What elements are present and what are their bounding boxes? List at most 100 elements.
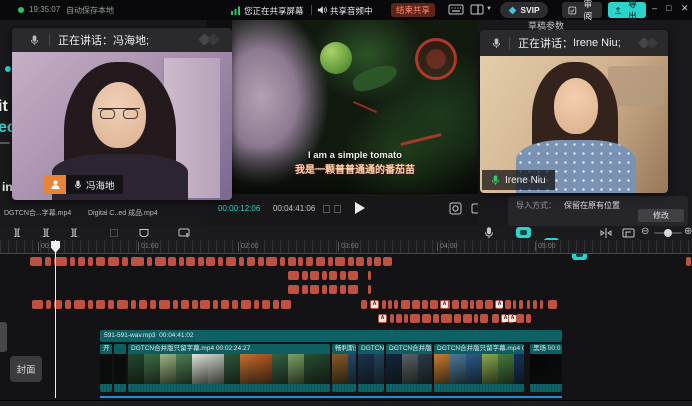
text-clip[interactable] — [340, 285, 346, 294]
text-clip[interactable] — [78, 257, 85, 266]
text-clip[interactable] — [262, 300, 270, 309]
video-clip[interactable]: DGTCN合并版只留字幕.mp4 00:02:24:27 — [128, 344, 330, 392]
text-clip[interactable] — [356, 257, 364, 266]
call-window-left[interactable]: 正在讲话： 冯海地; 冯海地 — [12, 28, 232, 200]
text-clip[interactable] — [401, 300, 410, 309]
timeline-zoom-slider[interactable] — [654, 232, 682, 234]
text-clip[interactable] — [213, 300, 218, 309]
text-clip[interactable] — [461, 300, 468, 309]
play-button[interactable] — [355, 202, 365, 214]
text-clip[interactable] — [485, 300, 493, 309]
text-clip[interactable] — [45, 257, 51, 266]
text-clip[interactable] — [452, 300, 459, 309]
text-clip[interactable] — [368, 285, 371, 294]
mask-icon[interactable] — [139, 228, 149, 239]
playhead-line[interactable] — [55, 240, 56, 398]
text-clip[interactable] — [368, 271, 371, 280]
text-clip[interactable] — [404, 314, 408, 323]
text-clip[interactable] — [150, 300, 156, 309]
text-clip[interactable] — [316, 257, 325, 266]
text-clip[interactable] — [192, 300, 198, 309]
text-clip[interactable] — [298, 257, 303, 266]
text-clip[interactable] — [159, 300, 170, 309]
track-handle[interactable] — [0, 322, 7, 352]
player-option-icon-2[interactable] — [334, 205, 341, 213]
export-button[interactable]: 导出 — [608, 2, 646, 18]
text-clip[interactable] — [206, 257, 215, 266]
text-clip[interactable] — [122, 257, 128, 266]
text-clip[interactable] — [108, 300, 114, 309]
close-button[interactable]: ✕ — [681, 3, 689, 14]
text-clip[interactable] — [322, 285, 327, 294]
preview-axis-icon[interactable] — [622, 228, 635, 238]
text-clip[interactable] — [382, 300, 386, 309]
text-clip[interactable] — [412, 300, 420, 309]
text-clip[interactable]: A — [440, 300, 450, 309]
text-clip[interactable] — [533, 300, 537, 309]
text-clip[interactable] — [74, 300, 85, 309]
text-clip[interactable] — [65, 300, 71, 309]
video-clip[interactable]: DGTCN合 — [358, 344, 384, 392]
text-clip[interactable] — [367, 257, 372, 266]
text-clip[interactable] — [476, 300, 483, 309]
text-clip[interactable] — [335, 257, 345, 266]
timeline-ruler[interactable]: 00:0001:0002:0003:0004:0005:00 — [0, 240, 692, 254]
svip-button[interactable]: SVIP — [500, 2, 548, 18]
call-left-header[interactable]: 正在讲话： 冯海地; — [12, 28, 232, 52]
text-clip[interactable] — [241, 300, 251, 309]
record-voiceover-icon[interactable] — [484, 227, 494, 239]
text-clip[interactable] — [306, 257, 313, 266]
zoom-out-icon[interactable]: ⊖ — [641, 226, 649, 237]
text-clip[interactable] — [422, 314, 431, 323]
text-clip[interactable] — [383, 257, 392, 266]
text-clip[interactable] — [70, 257, 75, 266]
text-clip[interactable] — [88, 300, 93, 309]
video-clip[interactable]: 畅利斯达 — [332, 344, 356, 392]
text-clip[interactable] — [513, 300, 516, 309]
delete-icon[interactable] — [110, 229, 118, 237]
text-clip[interactable]: A — [378, 314, 387, 323]
text-clip[interactable] — [302, 271, 308, 280]
review-button[interactable]: 审阅 — [562, 2, 602, 18]
video-clip[interactable] — [114, 344, 126, 392]
player-option-icon-1[interactable] — [323, 205, 330, 213]
text-clip[interactable] — [410, 314, 420, 323]
text-clip[interactable] — [181, 300, 189, 309]
minimize-button[interactable]: – — [652, 3, 657, 13]
text-clip[interactable] — [232, 300, 238, 309]
mirror-split-icon[interactable] — [600, 228, 612, 238]
cover-button[interactable]: 封面 — [10, 356, 42, 382]
text-clip[interactable] — [147, 257, 152, 266]
video-clip[interactable]: DGTCN合并版只留字幕.mp4 00:0 — [434, 344, 524, 392]
text-clip[interactable] — [30, 257, 42, 266]
text-clip[interactable] — [273, 300, 279, 309]
text-clip[interactable] — [266, 257, 277, 266]
text-clip[interactable] — [226, 257, 236, 266]
media-file-1[interactable]: DGTCN合...字幕.mp4 — [4, 208, 71, 218]
text-clip[interactable] — [348, 285, 358, 294]
text-clip[interactable] — [179, 257, 184, 266]
text-clip[interactable] — [394, 300, 398, 309]
text-clip[interactable] — [463, 314, 472, 323]
zoom-in-icon[interactable]: ⊕ — [684, 226, 692, 237]
zoom-slider-handle[interactable] — [664, 229, 672, 237]
text-clip[interactable] — [340, 271, 346, 280]
text-clip[interactable] — [288, 271, 299, 280]
text-clip[interactable] — [155, 257, 166, 266]
maximize-button[interactable]: □ — [666, 3, 671, 13]
text-clip[interactable] — [254, 300, 259, 309]
magnet-snap-toggle[interactable] — [516, 227, 531, 238]
text-clip[interactable] — [96, 257, 105, 266]
text-clip[interactable]: A — [370, 300, 379, 309]
text-clip[interactable] — [433, 314, 439, 323]
text-clip[interactable] — [117, 300, 128, 309]
text-clip[interactable] — [131, 257, 144, 266]
text-clip[interactable] — [686, 257, 691, 266]
text-clip[interactable] — [454, 314, 461, 323]
text-clip[interactable] — [139, 300, 147, 309]
text-clip[interactable] — [322, 271, 327, 280]
text-clip[interactable]: A — [495, 300, 503, 309]
text-clip[interactable] — [168, 257, 176, 266]
modify-button[interactable]: 修改 — [638, 209, 684, 222]
text-clip[interactable] — [310, 285, 319, 294]
